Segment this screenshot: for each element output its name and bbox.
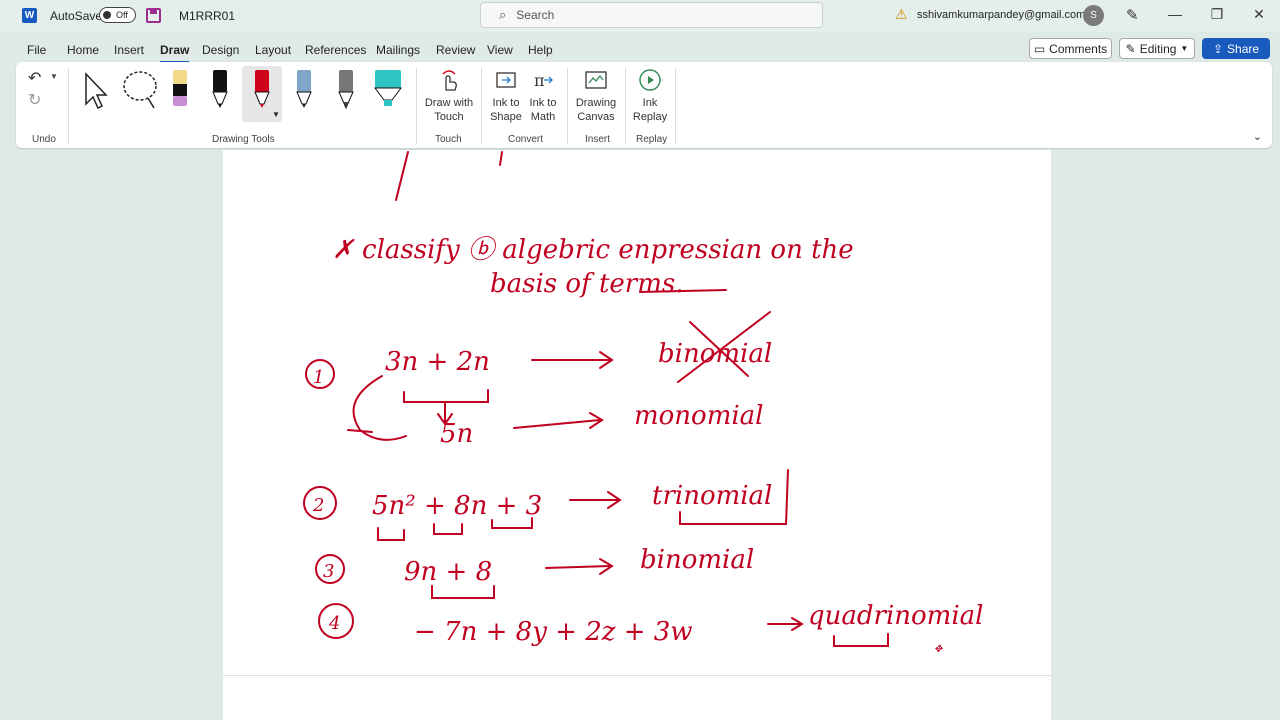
ink-to-shape-label-1: Ink to <box>492 97 520 109</box>
ribbon-draw: ↶ ▼ ↻ Undo ▼ Drawing Tools Draw with Tou… <box>16 62 1272 148</box>
minimize-icon[interactable]: — <box>1165 6 1185 22</box>
ribbon-separator <box>675 68 676 144</box>
avatar[interactable]: S <box>1083 5 1104 26</box>
highlighter-yellow-icon[interactable] <box>166 68 194 112</box>
ink-replay-icon <box>639 69 661 91</box>
ink-to-math-label-1: Ink to <box>529 97 557 109</box>
ribbon-separator <box>567 68 568 144</box>
account-email[interactable]: sshivamkumarpandey@gmail.com <box>917 9 1085 21</box>
pen-red-selected[interactable]: ▼ <box>242 66 282 122</box>
ink-replay-button[interactable]: Ink Replay <box>630 68 670 124</box>
ink-to-math-label-2: Math <box>530 111 556 123</box>
search-placeholder: Search <box>516 8 555 22</box>
editing-mode-button[interactable]: ✎ Editing ▼ <box>1119 38 1195 59</box>
editing-label: Editing <box>1139 41 1177 56</box>
drawing-canvas-label-1: Drawing <box>575 97 617 109</box>
pencil-icon: ✎ <box>1125 41 1136 56</box>
undo-icon[interactable]: ↶ <box>28 68 41 88</box>
draw-with-touch-label-1: Draw with <box>424 97 474 109</box>
group-label-drawing-tools: Drawing Tools <box>212 134 275 145</box>
drawing-canvas-label-2: Canvas <box>577 111 615 123</box>
ink-replay-label-2: Replay <box>632 111 668 123</box>
share-button[interactable]: ⇪ Share <box>1202 38 1270 59</box>
tab-file[interactable]: File <box>27 43 46 57</box>
ribbon-separator <box>68 68 69 144</box>
toggle-knob <box>103 11 111 19</box>
chevron-down-icon: ▼ <box>1180 44 1189 53</box>
share-label: Share <box>1227 41 1260 56</box>
comment-icon: ▭ <box>1033 41 1046 56</box>
svg-text:π: π <box>534 71 545 90</box>
warning-icon[interactable]: ⚠ <box>895 6 908 23</box>
autosave-state: Off <box>116 10 128 20</box>
draw-with-touch-label-2: Touch <box>434 111 464 123</box>
document-name[interactable]: M1RRR01 <box>179 9 235 23</box>
undo-dropdown-icon[interactable]: ▼ <box>50 72 58 81</box>
ink-to-shape-label-2: Shape <box>490 111 522 123</box>
select-cursor-icon[interactable] <box>80 68 112 112</box>
chevron-down-icon: ▼ <box>272 110 280 119</box>
close-icon[interactable]: ✕ <box>1249 6 1269 23</box>
tab-insert[interactable]: Insert <box>114 43 144 57</box>
ink-to-shape-icon <box>496 72 516 88</box>
group-label-undo: Undo <box>32 134 56 145</box>
lasso-select-icon[interactable] <box>120 68 160 112</box>
ribbon-separator <box>416 68 417 144</box>
tab-design[interactable]: Design <box>202 43 239 57</box>
tab-view[interactable]: View <box>487 43 513 57</box>
comments-label: Comments <box>1049 41 1108 56</box>
pen-galaxy-icon[interactable] <box>290 68 318 112</box>
group-label-replay: Replay <box>636 134 668 145</box>
ribbon-expand-chevron-icon[interactable]: ⌄ <box>1253 130 1262 143</box>
tab-home[interactable]: Home <box>67 43 99 57</box>
hand-touch-icon <box>442 70 457 91</box>
pen-red-icon <box>254 70 270 108</box>
drawing-canvas-icon <box>585 71 607 89</box>
page-break <box>223 675 1051 676</box>
autosave-toggle[interactable]: Off <box>99 7 136 23</box>
ink-replay-label-1: Ink <box>642 97 658 109</box>
ink-to-math-icon: π <box>534 71 553 90</box>
tab-help[interactable]: Help <box>528 43 553 57</box>
menu-bar: File Home Insert Draw Design Layout Refe… <box>0 36 1280 63</box>
group-label-convert: Convert <box>508 134 544 145</box>
highlighter-cyan-icon[interactable] <box>372 68 404 112</box>
group-label-insert: Insert <box>585 134 611 145</box>
save-icon[interactable] <box>146 8 161 23</box>
search-icon: ⌕ <box>499 7 507 22</box>
restore-icon[interactable]: ❐ <box>1207 6 1227 23</box>
ribbon-separator <box>625 68 626 144</box>
share-icon: ⇪ <box>1212 41 1224 56</box>
pencil-gray-icon[interactable] <box>332 68 360 112</box>
ink-to-math-button[interactable]: π Ink to Math <box>523 68 563 124</box>
redo-icon[interactable]: ↻ <box>28 90 41 110</box>
draw-with-touch-button[interactable]: Draw with Touch <box>420 68 478 124</box>
tab-layout[interactable]: Layout <box>255 43 291 57</box>
pen-black-icon[interactable] <box>206 68 234 112</box>
word-app-icon: W <box>22 8 37 23</box>
title-bar: W AutoSave Off M1RRR01 ⌕ Search ⚠ sshiva… <box>0 0 1280 32</box>
search-input[interactable]: ⌕ Search <box>480 2 823 28</box>
group-label-touch: Touch <box>435 134 462 145</box>
tab-draw[interactable]: Draw <box>160 43 190 63</box>
comments-button[interactable]: ▭ Comments <box>1029 38 1112 59</box>
tab-review[interactable]: Review <box>436 43 475 57</box>
ink-to-shape-button[interactable]: Ink to Shape <box>486 68 526 124</box>
ribbon-separator <box>481 68 482 144</box>
drawing-canvas-button[interactable]: Drawing Canvas <box>572 68 620 124</box>
document-page[interactable] <box>223 150 1051 720</box>
tab-mailings[interactable]: Mailings <box>376 43 420 57</box>
autosave-label: AutoSave <box>50 9 103 23</box>
pen-icon[interactable]: ✎ <box>1126 6 1139 24</box>
tab-references[interactable]: References <box>305 43 366 57</box>
